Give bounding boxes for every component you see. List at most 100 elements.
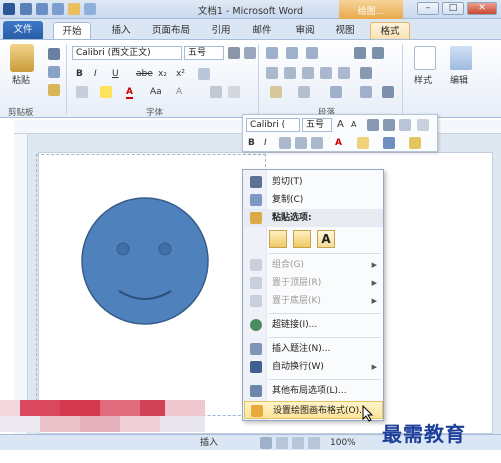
numbering-icon[interactable] [286, 47, 298, 59]
paste-keep-source-icon[interactable] [269, 230, 287, 248]
mini-fill-icon[interactable] [357, 137, 369, 149]
multilevel-icon[interactable] [306, 47, 318, 59]
mini-copy-icon[interactable] [417, 119, 429, 131]
menu-insert-caption[interactable]: 插入题注(N)... [244, 340, 383, 358]
mini-align-right-icon[interactable] [311, 137, 323, 149]
print-layout-icon[interactable] [260, 437, 272, 449]
align-left-icon[interactable] [266, 67, 278, 79]
font-size-combo[interactable]: 五号 [184, 46, 224, 60]
maximize-button[interactable]: □ [442, 2, 464, 15]
line-spacing-icon[interactable] [360, 67, 372, 79]
bold-button[interactable]: B [76, 67, 83, 81]
styles-button[interactable]: 样式 [414, 74, 432, 88]
outline-icon[interactable] [308, 437, 320, 449]
align-center-icon[interactable] [284, 67, 296, 79]
text-effects-icon[interactable] [76, 86, 88, 98]
highlight-icon[interactable] [100, 86, 112, 98]
bullets-icon[interactable] [266, 47, 278, 59]
tab-insert[interactable]: 插入 [103, 22, 139, 39]
chinese-layout-icon[interactable] [330, 86, 342, 98]
close-button[interactable]: ✕ [467, 2, 497, 15]
title-bar: 文档1 - Microsoft Word 绘图... – □ ✕ [0, 0, 501, 19]
font-name-combo[interactable]: Calibri (西文正文) [72, 46, 182, 60]
strikethrough-button[interactable]: abe [136, 67, 153, 81]
show-marks-icon[interactable] [382, 86, 394, 98]
styles-icon[interactable] [414, 46, 436, 70]
clear-format-icon[interactable] [244, 47, 256, 59]
tab-page-layout[interactable]: 页面布局 [145, 22, 197, 39]
subscript-button[interactable]: x₂ [158, 67, 167, 81]
mini-align-left-icon[interactable] [279, 137, 291, 149]
font-size-icon[interactable] [228, 47, 240, 59]
format-canvas-icon [251, 405, 263, 417]
borders-icon[interactable] [298, 86, 310, 98]
mini-italic-button[interactable]: I [264, 136, 267, 150]
mini-font-color-button[interactable]: A [335, 136, 342, 150]
sort-icon[interactable] [360, 86, 372, 98]
paste-text-only-button[interactable]: A [317, 230, 335, 248]
mini-bold-button[interactable]: B [248, 136, 255, 150]
tab-home[interactable]: 开始 [53, 22, 91, 39]
enclose-char-icon[interactable] [228, 86, 240, 98]
layout-icon [250, 385, 262, 397]
decrease-indent-icon[interactable] [354, 47, 366, 59]
drawing-canvas[interactable] [36, 154, 266, 416]
smiley-face-shape[interactable] [37, 155, 267, 417]
justify-icon[interactable] [320, 67, 332, 79]
mini-grow-button[interactable]: A [337, 118, 344, 132]
font-color-button[interactable]: A [126, 85, 133, 99]
shading-icon[interactable] [270, 86, 282, 98]
change-case-button[interactable]: Aa [150, 85, 162, 99]
copy-icon[interactable] [48, 66, 60, 78]
paste-icon[interactable] [10, 44, 34, 72]
superscript-button[interactable]: x² [176, 67, 185, 81]
paste-merge-icon[interactable] [293, 230, 311, 248]
web-layout-icon[interactable] [292, 437, 304, 449]
format-painter-icon[interactable] [48, 84, 60, 96]
mini-outdent-icon[interactable] [383, 119, 395, 131]
tab-format[interactable]: 格式 [370, 22, 410, 39]
grow-font-button[interactable]: A [176, 85, 182, 99]
menu-group[interactable]: 组合(G) ▶ [244, 256, 383, 274]
mini-size-combo[interactable]: 五号 [302, 118, 332, 132]
mini-align-center-icon[interactable] [295, 137, 307, 149]
menu-wrap-text[interactable]: 自动换行(W) ▶ [244, 358, 383, 376]
mini-shrink-button[interactable]: A [351, 118, 356, 132]
bring-front-icon [250, 277, 262, 289]
menu-more-layout[interactable]: 其他布局选项(L)... [244, 382, 383, 400]
cut-icon[interactable] [48, 48, 60, 60]
tab-mailings[interactable]: 邮件 [244, 22, 280, 39]
phonetic-icon[interactable] [198, 68, 210, 80]
menu-copy[interactable]: 复制(C) [244, 191, 383, 209]
tab-review[interactable]: 审阅 [287, 22, 323, 39]
paste-button[interactable]: 粘贴 [12, 74, 30, 88]
editing-button[interactable]: 编辑 [450, 74, 468, 88]
underline-button[interactable]: U [112, 67, 119, 81]
send-back-icon [250, 295, 262, 307]
tab-references[interactable]: 引用 [203, 22, 239, 39]
menu-bring-to-front[interactable]: 置于顶层(R) ▶ [244, 274, 383, 292]
distributed-icon[interactable] [338, 67, 350, 79]
reading-layout-icon[interactable] [276, 437, 288, 449]
mini-painter-icon[interactable] [409, 137, 421, 149]
mini-outline-icon[interactable] [383, 137, 395, 149]
tab-file[interactable]: 文件 [3, 21, 43, 39]
caption-icon [250, 343, 262, 355]
binoculars-icon[interactable] [450, 46, 472, 70]
menu-send-to-back[interactable]: 置于底层(K) ▶ [244, 292, 383, 310]
increase-indent-icon[interactable] [372, 47, 384, 59]
italic-button[interactable]: I [94, 67, 97, 81]
vertical-ruler[interactable] [14, 134, 28, 434]
char-border-icon[interactable] [210, 86, 222, 98]
minimize-button[interactable]: – [417, 2, 439, 15]
ribbon-tabs: 文件 开始 插入 页面布局 引用 邮件 审阅 视图 格式 [0, 19, 501, 40]
insert-mode-indicator[interactable]: 插入 [200, 436, 218, 450]
menu-hyperlink[interactable]: 超链接(I)... [244, 316, 383, 334]
mini-format-icon[interactable] [399, 119, 411, 131]
tab-view[interactable]: 视图 [327, 22, 363, 39]
mini-font-combo[interactable]: Calibri ( [246, 118, 300, 132]
mini-indent-icon[interactable] [367, 119, 379, 131]
menu-cut[interactable]: 剪切(T) [244, 173, 383, 191]
zoom-level[interactable]: 100% [330, 436, 356, 450]
align-right-icon[interactable] [302, 67, 314, 79]
